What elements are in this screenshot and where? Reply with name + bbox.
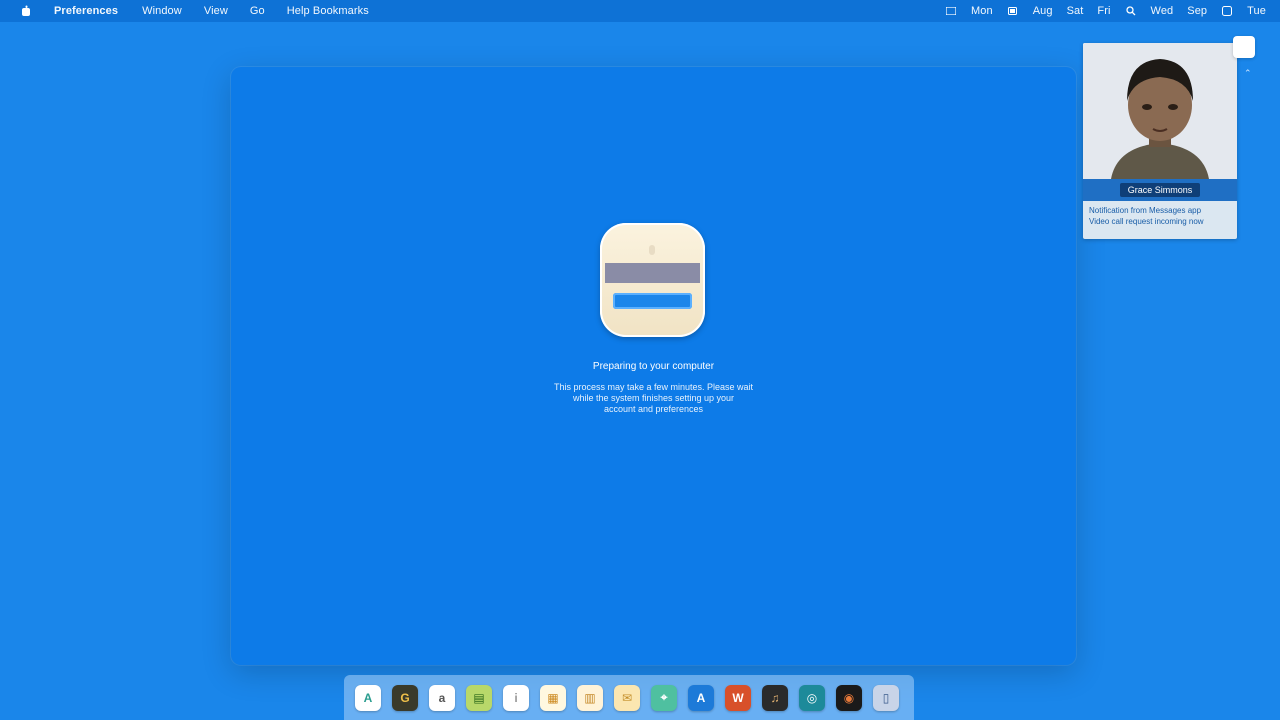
dock-app-store-icon[interactable]: A [688, 684, 714, 711]
panel-close-button[interactable] [1233, 36, 1255, 58]
dock-trash-icon[interactable]: ▯ [873, 684, 899, 711]
contact-photo [1083, 43, 1237, 179]
message-line: account and preferences [603, 404, 704, 414]
dock-calendar-icon[interactable]: ▦ [540, 684, 566, 711]
menu-window[interactable]: Window [142, 5, 182, 17]
dock: A Ga ▤ i ▦ ▥ ✉ ⌖ A W ♫ ◎ ◉ ▯ [344, 675, 914, 720]
menu-help-bookmarks[interactable]: Help Bookmarks [287, 5, 369, 17]
contact-name-bar: Grace Simmons [1083, 179, 1237, 201]
search-icon[interactable] [1125, 6, 1137, 16]
apple-icon[interactable] [18, 4, 34, 18]
contact-info-line: Notification from Messages app [1089, 206, 1202, 215]
wifi-icon[interactable] [945, 6, 957, 16]
status-item-sat[interactable]: Sat [1067, 5, 1084, 17]
menu-bar-right: Mon Aug Sat Fri Wed Sep Tue [931, 0, 1280, 22]
dock-finder-icon[interactable]: A [355, 684, 381, 711]
control-center-icon[interactable] [1221, 6, 1233, 16]
status-item-fri[interactable]: Fri [1097, 5, 1110, 17]
status-item-wed[interactable]: Wed [1151, 5, 1174, 17]
menu-bar: Preferences Window View Go Help Bookmark… [0, 0, 1280, 22]
dock-office-icon[interactable]: W [725, 684, 751, 711]
contact-info: Notification from Messages app Video cal… [1089, 205, 1231, 227]
message-line: while the system finishes setting up you… [572, 393, 735, 403]
menu-view[interactable]: View [204, 5, 228, 17]
dock-chrome-icon[interactable]: G [392, 684, 418, 711]
message-title: Preparing to your computer [592, 361, 715, 372]
status-item-mon[interactable]: Mon [971, 5, 993, 17]
status-item-sep[interactable]: Sep [1187, 5, 1207, 17]
dock-mail-icon[interactable]: ✉ [614, 684, 640, 711]
dock-maps-icon[interactable]: ⌖ [651, 684, 677, 711]
dock-music-icon[interactable]: ♫ [762, 684, 788, 711]
dock-notes-icon[interactable]: i [503, 684, 529, 711]
icon-dot [649, 245, 655, 255]
dock-numbers-icon[interactable]: ▤ [466, 684, 492, 711]
status-item-aug[interactable]: Aug [1033, 5, 1053, 17]
dock-text-edit-icon[interactable]: a [429, 684, 455, 711]
dock-terminal-icon[interactable]: ◉ [836, 684, 862, 711]
panel-chevron-icon: ⌃ [1244, 68, 1252, 78]
contact-name: Grace Simmons [1119, 183, 1201, 197]
message-line: This process may take a few minutes. Ple… [553, 382, 754, 392]
message-body: This process may take a few minutes. Ple… [231, 382, 1076, 415]
main-window: Preparing to your computer This process … [231, 67, 1076, 665]
menu-preferences[interactable]: Preferences [54, 5, 118, 17]
dock-safari-icon[interactable]: ◎ [799, 684, 825, 711]
app-installer-icon [600, 223, 705, 337]
menu-bar-left: Preferences Window View Go Help Bookmark… [0, 0, 391, 22]
person-avatar-icon [1083, 43, 1237, 179]
icon-band [605, 263, 700, 283]
contact-info-line: Video call request incoming now [1089, 217, 1204, 226]
menu-go[interactable]: Go [250, 5, 265, 17]
contact-panel[interactable]: Grace Simmons Notification from Messages… [1083, 43, 1237, 239]
dock-photos-icon[interactable]: ▥ [577, 684, 603, 711]
icon-progress-bar [613, 293, 692, 309]
status-item-tue[interactable]: Tue [1247, 5, 1266, 17]
battery-icon[interactable] [1007, 6, 1019, 16]
